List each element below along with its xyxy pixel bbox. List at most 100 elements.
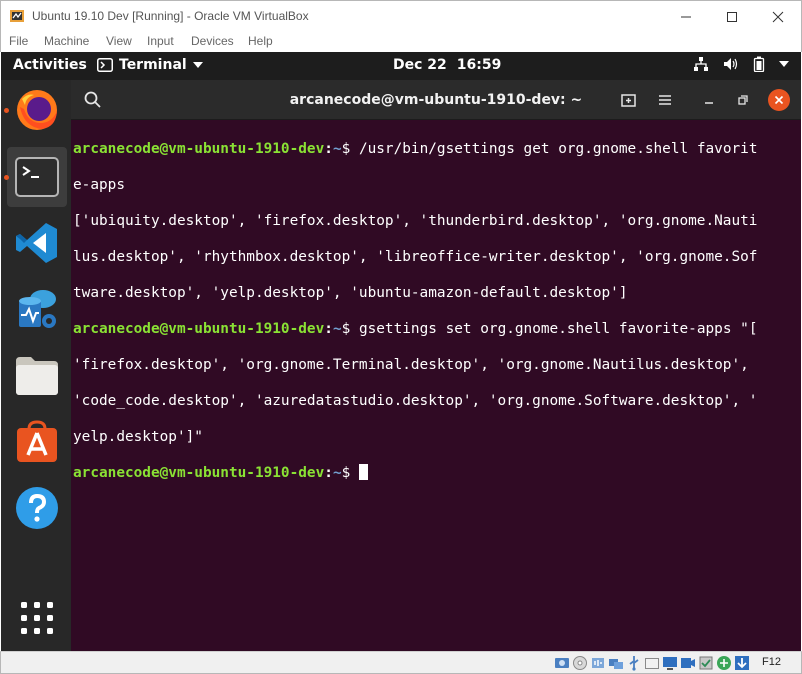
audio-icon[interactable] — [590, 655, 606, 671]
prompt-separator: : — [324, 321, 333, 337]
prompt-path: ~ — [332, 465, 342, 481]
minimize-button[interactable] — [663, 1, 709, 32]
vscode-icon — [16, 223, 57, 263]
volume-icon — [724, 58, 738, 70]
battery-icon — [753, 56, 765, 72]
app-grid-icon — [21, 602, 53, 634]
dock-item-files[interactable] — [7, 346, 67, 406]
optical-drive-icon[interactable] — [572, 655, 588, 671]
vbox-titlebar: Ubuntu 19.10 Dev [Running] - Oracle VM V… — [0, 0, 802, 31]
prompt-user: arcanecode@vm-ubuntu-1910-dev — [73, 141, 325, 157]
clock-date: Dec 22 — [393, 57, 447, 73]
menu-help[interactable]: Help — [248, 34, 273, 48]
close-icon — [774, 95, 784, 105]
network-adapter-icon[interactable] — [608, 655, 624, 671]
running-indicator — [4, 108, 9, 113]
mouse-integration-icon[interactable] — [716, 655, 732, 671]
terminal-line: yelp.desktop']" — [73, 429, 203, 445]
terminal-line: tware.desktop', 'yelp.desktop', 'ubuntu-… — [73, 285, 628, 301]
window-title: Ubuntu 19.10 Dev [Running] - Oracle VM V… — [32, 9, 309, 23]
terminal-icon — [15, 157, 59, 197]
terminal-line: 'firefox.desktop', 'org.gnome.Terminal.d… — [73, 357, 749, 373]
terminal-line: arcanecode@vm-ubuntu-1910-dev:~$ gsettin… — [73, 320, 799, 338]
menu-machine[interactable]: Machine — [44, 34, 89, 48]
terminal-line: 'code_code.desktop', 'azuredatastudio.de… — [73, 393, 758, 409]
vbox-menubar: File Machine View Input Devices Help — [0, 31, 802, 52]
menu-input[interactable]: Input — [147, 34, 174, 48]
menu-devices[interactable]: Devices — [191, 34, 234, 48]
menu-view[interactable]: View — [106, 34, 132, 48]
usb-icon[interactable] — [626, 655, 642, 671]
terminal-close-button[interactable] — [768, 89, 790, 111]
prompt-user: arcanecode@vm-ubuntu-1910-dev — [73, 465, 325, 481]
network-icon — [694, 57, 708, 71]
running-indicator — [4, 175, 9, 180]
menu-file[interactable]: File — [9, 34, 28, 48]
command-text: /usr/bin/gsettings get org.gnome.shell f… — [350, 141, 758, 157]
prompt-path: ~ — [332, 321, 342, 337]
close-button[interactable] — [755, 1, 801, 32]
prompt-symbol: $ — [341, 321, 351, 337]
chevron-down-icon — [192, 62, 203, 68]
firefox-icon — [17, 90, 57, 130]
terminal-line: arcanecode@vm-ubuntu-1910-dev:~$ — [73, 464, 799, 482]
clock[interactable]: Dec 22 16:59 — [393, 57, 511, 73]
terminal-app-icon — [97, 58, 113, 72]
dock-item-firefox[interactable] — [7, 80, 67, 140]
virtualbox-icon — [10, 10, 24, 22]
terminal-maximize-button[interactable] — [732, 89, 754, 111]
prompt-user: arcanecode@vm-ubuntu-1910-dev — [73, 321, 325, 337]
dock-item-vscode[interactable] — [7, 213, 67, 273]
terminal-window[interactable]: arcanecode@vm-ubuntu-1910-dev: ~ arcanec… — [71, 80, 801, 651]
dock-item-azure-data-studio[interactable] — [7, 279, 67, 339]
system-menu[interactable] — [693, 56, 789, 72]
terminal-output[interactable]: arcanecode@vm-ubuntu-1910-dev:~$ /usr/bi… — [73, 122, 799, 518]
dock-item-help[interactable] — [7, 478, 67, 538]
vt-x-icon[interactable] — [698, 655, 714, 671]
dock-item-terminal[interactable] — [7, 147, 67, 207]
terminal-title: arcanecode@vm-ubuntu-1910-dev: ~ — [289, 92, 583, 108]
clock-time: 16:59 — [456, 57, 502, 73]
folder-icon — [16, 357, 58, 395]
command-text: gsettings set org.gnome.shell favorite-a… — [350, 321, 758, 337]
hamburger-icon — [659, 95, 671, 105]
video-capture-icon[interactable] — [680, 655, 696, 671]
hamburger-menu-button[interactable] — [654, 89, 676, 111]
prompt-symbol: $ — [341, 141, 351, 157]
maximize-button[interactable] — [709, 1, 755, 32]
help-icon — [16, 487, 58, 529]
host-key-arrow-icon[interactable] — [734, 655, 750, 671]
terminal-line: e-apps — [73, 177, 125, 193]
host-key-label: F12 — [762, 656, 781, 668]
ubuntu-top-bar: Activities Terminal Dec 22 16:59 — [1, 52, 801, 80]
dock — [1, 80, 71, 651]
restore-icon — [738, 95, 748, 105]
new-tab-icon — [621, 94, 636, 107]
azure-data-studio-icon — [19, 290, 56, 328]
minimize-icon — [681, 16, 691, 17]
new-tab-button[interactable] — [618, 89, 640, 111]
software-center-icon — [17, 420, 57, 462]
hard-disk-icon[interactable] — [554, 655, 570, 671]
terminal-headerbar: arcanecode@vm-ubuntu-1910-dev: ~ — [71, 80, 801, 120]
status-icons — [554, 655, 750, 671]
display-icon[interactable] — [662, 655, 678, 671]
prompt-symbol: $ — [341, 465, 351, 481]
terminal-minimize-button[interactable] — [698, 89, 720, 111]
dock-item-software[interactable] — [7, 412, 67, 472]
maximize-icon — [727, 11, 737, 22]
terminal-cursor — [358, 464, 368, 480]
close-icon — [772, 11, 784, 22]
prompt-separator: : — [324, 141, 333, 157]
app-menu-label: Terminal — [119, 57, 187, 73]
app-menu[interactable]: Terminal — [97, 57, 203, 73]
activities-button[interactable]: Activities — [13, 57, 87, 73]
show-applications-button[interactable] — [7, 588, 67, 648]
command-text — [350, 465, 359, 481]
chevron-down-icon — [779, 61, 789, 67]
terminal-line: ['ubiquity.desktop', 'firefox.desktop', … — [73, 213, 758, 229]
vbox-statusbar: F12 — [0, 651, 802, 674]
terminal-line: lus.desktop', 'rhythmbox.desktop', 'libr… — [73, 249, 758, 265]
prompt-path: ~ — [332, 141, 342, 157]
shared-folders-icon[interactable] — [644, 655, 660, 671]
